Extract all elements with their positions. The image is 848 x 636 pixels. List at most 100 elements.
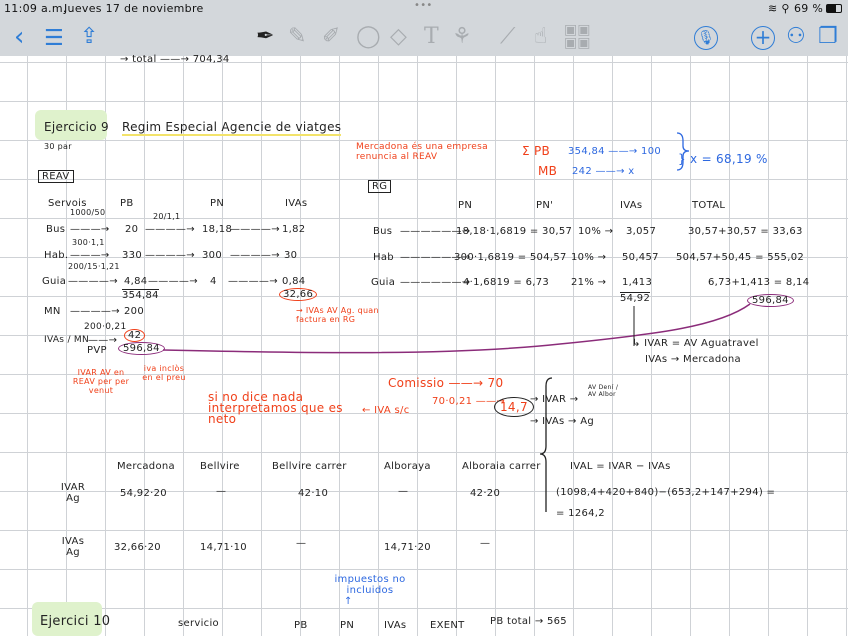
value: 4,84 (124, 276, 148, 287)
comissio: Comissio ——→ 70 (388, 376, 504, 390)
arrow: ————→ (145, 224, 195, 235)
mn-value: 200 (124, 306, 144, 317)
table-cell: 32,66·20 (114, 542, 161, 553)
share-icon[interactable]: ⇪ (80, 26, 98, 48)
value: 21% → (571, 277, 607, 288)
value: 1,413 (622, 277, 653, 288)
table-cell: 14,71·10 (200, 542, 247, 553)
back-icon[interactable]: ‹ (14, 24, 24, 50)
more-dots-icon[interactable]: ••• (414, 0, 433, 11)
calc: 20/1,1 (153, 212, 181, 221)
table-cell: 42·20 (470, 488, 501, 499)
value: 300 (202, 250, 222, 261)
pvp-value: 596,84 (118, 342, 165, 355)
col-header: EXENT (430, 620, 465, 631)
microphone-icon[interactable]: 🎙 (694, 26, 718, 50)
pencil-icon[interactable]: ✎ (288, 26, 306, 48)
lasso-icon[interactable]: ◯ (356, 26, 381, 48)
rg-label: RG (368, 180, 392, 193)
col-header: PN' (536, 200, 554, 211)
ival-calc: (1098,4+420+840)−(653,2+147+294) = (556, 487, 776, 498)
table-header: Alboraia carrer (462, 461, 541, 472)
col-header: PB (294, 620, 308, 631)
value: 4 (210, 276, 217, 287)
reav-label: REAV (38, 170, 74, 183)
table-header: Bellvire carrer (272, 461, 347, 472)
col-header: PB (120, 198, 134, 209)
iva-result: 14,7 (494, 397, 534, 417)
table-header: Alboraya (384, 461, 431, 472)
value: 18,18 (202, 224, 233, 235)
eraser-icon[interactable]: ◇ (390, 26, 407, 48)
value: 0,84 (282, 276, 306, 287)
shapes-icon[interactable]: ⚘ (452, 26, 472, 48)
ival-formula: IVAL = IVAR − IVAs (570, 461, 671, 472)
col-header: IVAs (285, 198, 308, 209)
menu-icon[interactable]: ☰ (44, 28, 64, 50)
image-icon[interactable]: ▣▣ ▣▣ (564, 23, 590, 50)
rg-iva-total: 54,92 (620, 292, 651, 304)
collaborate-icon[interactable]: ⚇ (786, 26, 806, 48)
iva-inclos-note: iva inclòs en el preu (142, 364, 186, 382)
arrow: ————→ (230, 224, 280, 235)
iva-sc: ← IVA s/c (362, 405, 410, 416)
mn-label: MN (44, 306, 61, 317)
add-page-icon[interactable]: + (751, 26, 775, 50)
hand-icon[interactable]: ☝ (534, 26, 547, 48)
notebook-page[interactable]: → total ——→ 704,34 Ejercicio 9 Regim Esp… (0, 54, 848, 636)
col-header: servicio (178, 618, 219, 629)
col-header: PN (210, 198, 225, 209)
mb-ratio: 242 ——→ x (572, 166, 635, 177)
row-label: Bus (46, 224, 66, 235)
time: 11:09 a.m. (4, 2, 67, 15)
arrow: ——————→ (400, 277, 471, 288)
col-header: PN (340, 620, 355, 631)
row-label: Hab. (44, 250, 69, 261)
arrow: ————→ (70, 306, 120, 317)
calc: 200/15·1,21 (68, 262, 120, 271)
col-header: PN (458, 200, 473, 211)
row-label: Bus (373, 226, 393, 237)
pb-total: 354,84 (122, 289, 159, 301)
status-bar: 11:09 a.m. Jueves 17 de noviembre ••• ≋ … (0, 0, 848, 18)
rg-total: 596,84 (747, 294, 794, 307)
pages-icon[interactable]: ❐ (818, 26, 838, 48)
col-header: TOTAL (692, 200, 726, 211)
table-cell: — (480, 538, 491, 549)
top-cut-text: → total ——→ 704,34 (120, 54, 230, 65)
pb-ratio: 354,84 ——→ 100 (568, 146, 662, 157)
iva-note: → IVAs AV Ag. quan factura en RG (296, 306, 379, 324)
pages-note: 30 par (44, 142, 72, 151)
value: 50,457 (622, 252, 659, 263)
value: 1,82 (282, 224, 306, 235)
calc: 300·1,1 (72, 238, 105, 247)
mercadona-note: Mercadona és una empresa renuncia al REA… (356, 142, 488, 162)
ivar-line: ↳ IVAR = AV Aguatravel (632, 338, 759, 349)
battery-level: 69 % (794, 2, 824, 15)
pen-icon[interactable]: ✒ (256, 26, 274, 48)
neto-note: si no dice nada interpretamos que es net… (208, 390, 343, 426)
value: 30 (284, 250, 298, 261)
arrow: ————→ (68, 276, 118, 287)
text-icon[interactable]: T (424, 26, 439, 48)
pvp-label: PVP (87, 345, 107, 356)
row-label: Guia (42, 276, 67, 287)
value: 330 (122, 250, 142, 261)
exercise-9-subtitle: Regim Especial Agencie de viatges (122, 120, 342, 136)
ruler-icon[interactable]: ⟋ (500, 26, 515, 48)
value: 300·1,6819 = 504,57 (454, 252, 567, 263)
table-cell: — (398, 486, 409, 497)
highlighter-icon[interactable]: ✐ (322, 26, 340, 48)
ivar-note: IVAR AV en REAV per per venut (72, 368, 130, 395)
exercise-10-title: Ejercici 10 (40, 614, 111, 629)
ivas-mn-label: IVAs / MN (44, 335, 90, 345)
table-row-label: IVAs Ag (61, 536, 85, 558)
col-header: IVAs (384, 620, 407, 631)
arrow: ———→ (70, 250, 110, 261)
value: 3,057 (626, 226, 657, 237)
table-cell: 42·10 (298, 488, 329, 499)
table-cell: 54,92·20 (120, 488, 167, 499)
date: Jueves 17 de noviembre (64, 2, 204, 15)
value: 20 (125, 224, 139, 235)
calc: 1000/50 (70, 208, 106, 217)
